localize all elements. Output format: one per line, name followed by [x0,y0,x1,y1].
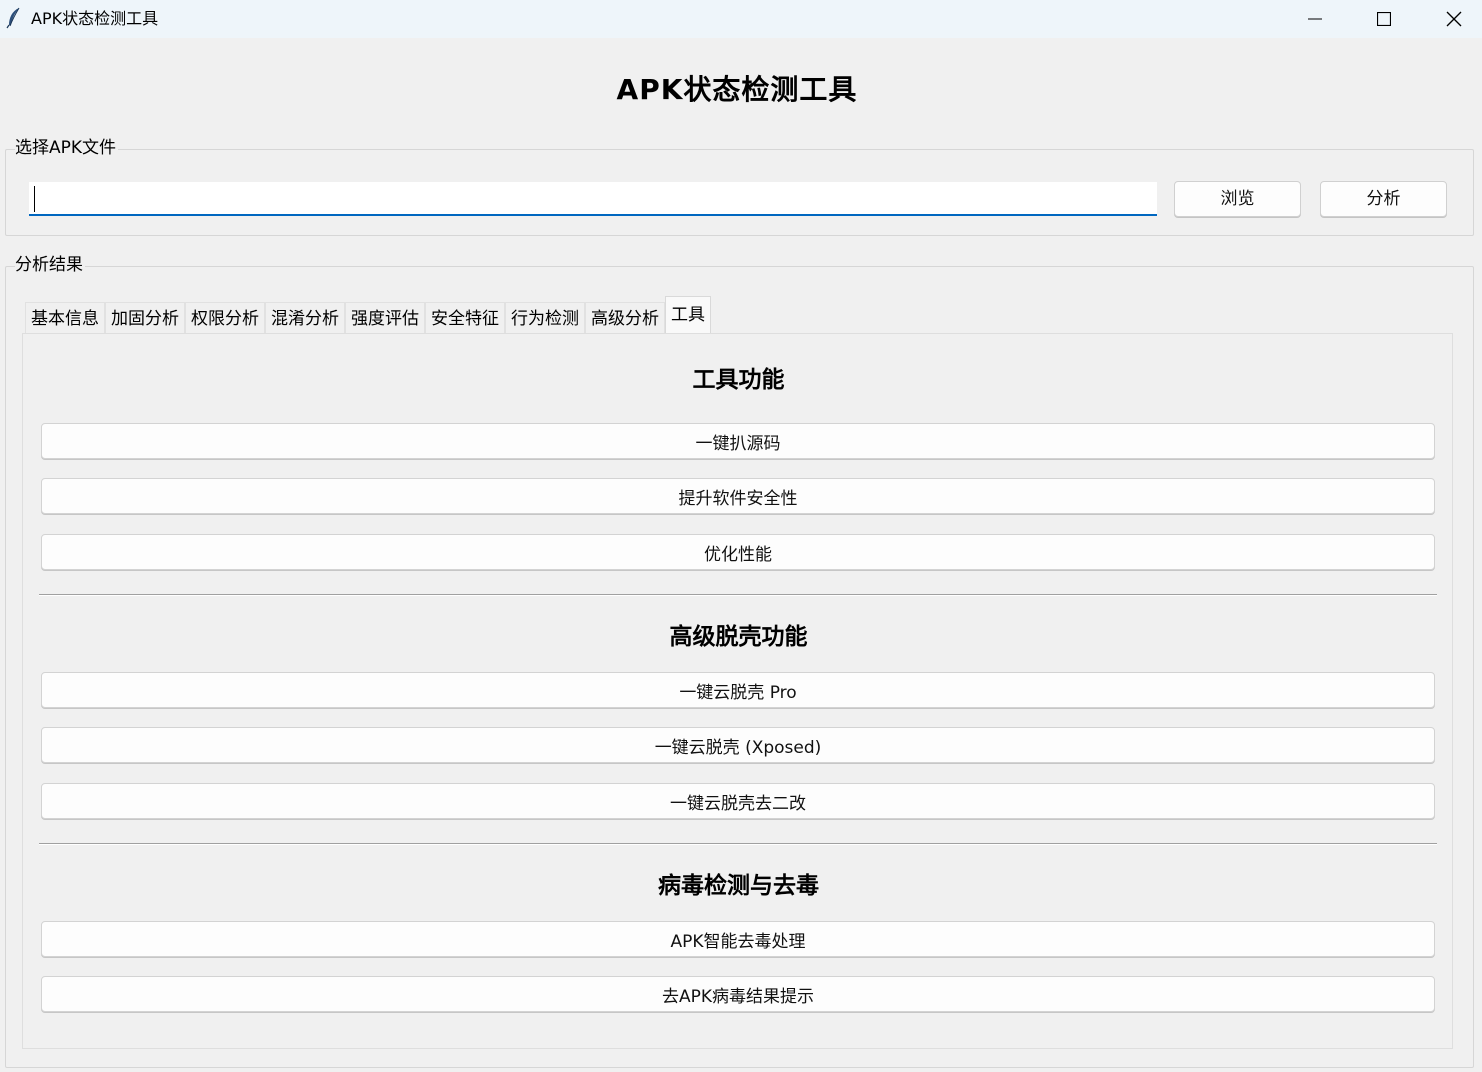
section-title-tools: 工具功能 [692,367,785,393]
file-group-label: 选择APK文件 [15,138,119,158]
tab-advanced-analysis[interactable]: 高级分析 [585,302,665,335]
text-caret [34,186,35,212]
smart-detox-button[interactable]: APK智能去毒处理 [41,921,1435,957]
window-title: APK状态检测工具 [31,9,159,28]
tab-hardening-analysis[interactable]: 加固分析 [105,302,185,335]
apk-path-input[interactable] [29,182,1157,216]
tab-permission-analysis[interactable]: 权限分析 [185,302,265,335]
close-button[interactable] [1419,0,1482,38]
section-title-virus: 病毒检测与去毒 [658,873,819,899]
tab-strength-assessment[interactable]: 强度评估 [345,302,425,335]
result-group-label: 分析结果 [15,255,85,275]
feather-icon [6,7,22,29]
section-divider [39,843,1437,845]
tab-basic-info[interactable]: 基本信息 [25,302,105,335]
tab-tools[interactable]: 工具 [665,296,711,333]
maximize-button[interactable] [1349,0,1419,38]
improve-security-button[interactable]: 提升软件安全性 [41,478,1435,514]
cloud-unpack-pro-button[interactable]: 一键云脱壳 Pro [41,672,1435,708]
virus-result-tip-button[interactable]: 去APK病毒结果提示 [41,976,1435,1012]
analyze-button[interactable]: 分析 [1320,181,1447,217]
tab-behavior-detection[interactable]: 行为检测 [505,302,585,335]
extract-source-button[interactable]: 一键扒源码 [41,423,1435,459]
result-tabs: 基本信息 加固分析 权限分析 混淆分析 强度评估 安全特征 行为检测 高级分析 … [25,296,711,335]
title-bar: APK状态检测工具 [0,0,1482,38]
cloud-unpack-xposed-button[interactable]: 一键云脱壳 (Xposed) [41,727,1435,763]
page-title: APK状态检测工具 [616,73,858,106]
close-icon [1446,11,1462,27]
maximize-icon [1377,12,1391,26]
section-title-advanced-unpack: 高级脱壳功能 [669,624,808,650]
optimize-performance-button[interactable]: 优化性能 [41,534,1435,570]
tools-tab-panel: 工具功能 一键扒源码 提升软件安全性 优化性能 高级脱壳功能 一键云脱壳 Pro… [22,333,1453,1049]
minimize-button[interactable] [1280,0,1350,38]
section-divider [39,594,1437,596]
tab-security-features[interactable]: 安全特征 [425,302,505,335]
minimize-icon [1308,12,1322,26]
browse-button[interactable]: 浏览 [1174,181,1301,217]
tab-obfuscation-analysis[interactable]: 混淆分析 [265,302,345,335]
cloud-unpack-remove-mod-button[interactable]: 一键云脱壳去二改 [41,783,1435,819]
